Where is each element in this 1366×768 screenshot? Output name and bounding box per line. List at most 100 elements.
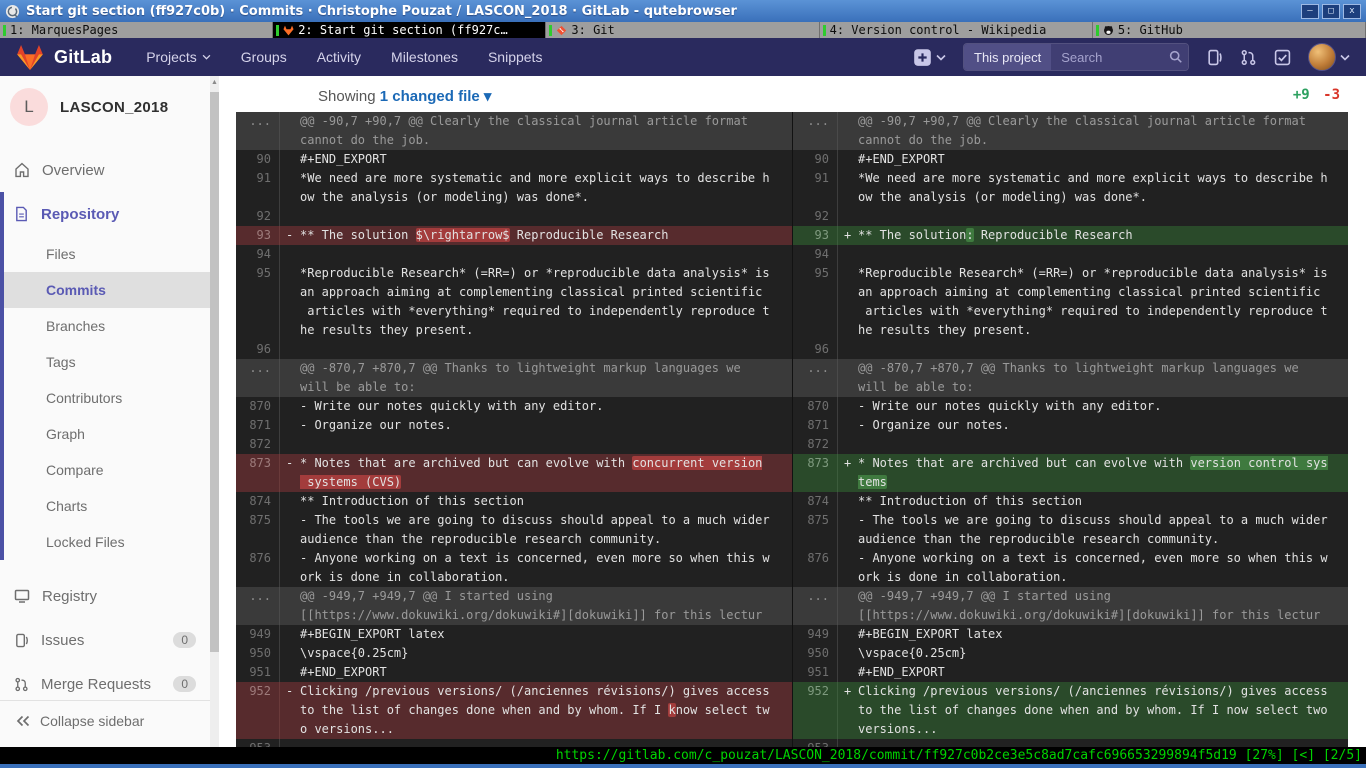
sidebar-item-branches[interactable]: Branches	[0, 308, 210, 344]
diff-line-number-new[interactable]: 872	[792, 435, 838, 454]
diff-text: @@ -949,7 +949,7 @@ I started using [[ht…	[300, 589, 762, 622]
diff-line-number-old[interactable]: 873	[236, 454, 280, 492]
diff-line-number-new[interactable]: 873	[792, 454, 838, 492]
close-button[interactable]: x	[1343, 4, 1361, 19]
diff-line-number-old[interactable]: 93	[236, 226, 280, 245]
sidebar-item-label: Branches	[46, 318, 105, 334]
diff-code-old: #+END_EXPORT	[280, 663, 792, 682]
browser-tab[interactable]: 1: MarquesPages	[0, 22, 273, 38]
diff-line-number-new[interactable]: 874	[792, 492, 838, 511]
nav-item-snippets[interactable]: Snippets	[488, 49, 542, 65]
diff-line-number-old[interactable]: ...	[236, 112, 280, 150]
sidebar-item-commits[interactable]: Commits	[0, 272, 210, 308]
browser-tab[interactable]: 2: Start git section (ff927c…	[273, 22, 546, 38]
sidebar-item-overview[interactable]: Overview	[0, 148, 210, 192]
sidebar-item-locked-files[interactable]: Locked Files	[0, 524, 210, 560]
diff-line-number-new[interactable]: 950	[792, 644, 838, 663]
diff-line-number-new[interactable]: 92	[792, 207, 838, 226]
diff-line-number-old[interactable]: 90	[236, 150, 280, 169]
diff-line-number-new[interactable]: 870	[792, 397, 838, 416]
minimize-button[interactable]: –	[1301, 4, 1319, 19]
diff-line-number-new[interactable]: 93	[792, 226, 838, 245]
diff-line-number-new[interactable]: 95	[792, 264, 838, 340]
nav-item-label: Snippets	[488, 49, 542, 65]
merge-request-icon	[14, 677, 29, 692]
scrollbar-up-arrow[interactable]: ▲	[210, 78, 219, 88]
browser-tab[interactable]: 3: Git	[546, 22, 819, 38]
diff-line-number-new[interactable]: 876	[792, 549, 838, 587]
sidebar-item-files[interactable]: Files	[0, 236, 210, 272]
sidebar-item-tags[interactable]: Tags	[0, 344, 210, 380]
issues-icon[interactable]	[1206, 49, 1223, 66]
diff-line-number-old[interactable]: 92	[236, 207, 280, 226]
diff-line-number-old[interactable]: 94	[236, 245, 280, 264]
diff-code-new: #+END_EXPORT	[838, 150, 1348, 169]
diff-line-number-old[interactable]: 876	[236, 549, 280, 587]
diff-line-number-old[interactable]: 874	[236, 492, 280, 511]
diff-line-number-new[interactable]: 951	[792, 663, 838, 682]
diff-line-number-old[interactable]: 949	[236, 625, 280, 644]
diff-line-number-old[interactable]: 951	[236, 663, 280, 682]
diff-line-number-old[interactable]: 872	[236, 435, 280, 454]
diff-line-number-new[interactable]: 90	[792, 150, 838, 169]
diff-code-old: *Reproducible Research* (=RR=) or *repro…	[280, 264, 792, 340]
collapse-sidebar-button[interactable]: Collapse sidebar	[0, 700, 210, 740]
new-dropdown-button[interactable]	[913, 48, 946, 67]
diff-text: @@ -870,7 +870,7 @@ Thanks to lightweigh…	[300, 361, 741, 394]
diff-text: *Reproducible Research* (=RR=) or *repro…	[858, 266, 1328, 337]
browser-tab[interactable]: 4: Version control - Wikipedia	[820, 22, 1093, 38]
sidebar-item-registry[interactable]: Registry	[0, 574, 210, 618]
diff-line-number-old[interactable]: 96	[236, 340, 280, 359]
diff-line-number-old[interactable]: 91	[236, 169, 280, 207]
diff-text: ** Introduction of this section	[858, 494, 1082, 508]
diff-line-number-old[interactable]: 950	[236, 644, 280, 663]
diff-line-number-new[interactable]: 953	[792, 739, 838, 747]
sidebar-item-label: Repository	[41, 206, 119, 223]
todos-icon[interactable]	[1274, 49, 1291, 66]
sidebar-item-charts[interactable]: Charts	[0, 488, 210, 524]
diff-line-number-new[interactable]: 91	[792, 169, 838, 207]
nav-item-groups[interactable]: Groups	[241, 49, 287, 65]
diff-line-number-old[interactable]: 870	[236, 397, 280, 416]
search-input[interactable]	[1059, 49, 1163, 66]
diff-line-number-new[interactable]: 949	[792, 625, 838, 644]
diff-line-number-old[interactable]: 871	[236, 416, 280, 435]
diff-line-number-new[interactable]: 952	[792, 682, 838, 739]
diff-line-number-new[interactable]: ...	[792, 587, 838, 625]
diff-line-number-new[interactable]: ...	[792, 112, 838, 150]
browser-tab[interactable]: 5: GitHub	[1093, 22, 1366, 38]
diff-code-new: - Anyone working on a text is concerned,…	[838, 549, 1348, 587]
sidebar-item-compare[interactable]: Compare	[0, 452, 210, 488]
diff-line-number-new[interactable]: 871	[792, 416, 838, 435]
sidebar-item-graph[interactable]: Graph	[0, 416, 210, 452]
diff-line-number-old[interactable]: 95	[236, 264, 280, 340]
diff-line-number-old[interactable]: 875	[236, 511, 280, 549]
diff-sign: -	[286, 454, 296, 473]
sidebar-scrollbar-thumb[interactable]	[210, 92, 219, 652]
diff-line-number-new[interactable]: 96	[792, 340, 838, 359]
diff-line-number-old[interactable]: 953	[236, 739, 280, 747]
diff-line-number-new[interactable]: ...	[792, 359, 838, 397]
project-header[interactable]: L LASCON_2018	[0, 76, 210, 136]
sidebar-item-contributors[interactable]: Contributors	[0, 380, 210, 416]
sidebar-item-issues[interactable]: Issues0	[0, 618, 210, 662]
restore-button[interactable]: □	[1322, 4, 1340, 19]
diff-line-number-new[interactable]: 94	[792, 245, 838, 264]
changed-files-dropdown[interactable]: 1 changed file ▾	[380, 88, 492, 105]
diff-text: - Write our notes quickly with any edito…	[300, 399, 603, 413]
diff-line-number-old[interactable]: ...	[236, 587, 280, 625]
merge-request-icon[interactable]	[1240, 49, 1257, 66]
diff-line-number-old[interactable]: 952	[236, 682, 280, 739]
nav-item-activity[interactable]: Activity	[317, 49, 361, 65]
sidebar-item-label: Compare	[46, 462, 104, 478]
nav-item-projects[interactable]: Projects	[146, 49, 211, 65]
nav-item-milestones[interactable]: Milestones	[391, 49, 458, 65]
diff-line-number-old[interactable]: ...	[236, 359, 280, 397]
user-menu[interactable]	[1308, 43, 1350, 71]
diff-row: 949#+BEGIN_EXPORT latex949#+BEGIN_EXPORT…	[236, 625, 1348, 644]
diff-text: ** The solution	[300, 228, 416, 242]
diff-row: 874** Introduction of this section874** …	[236, 492, 1348, 511]
gitlab-brand[interactable]: GitLab	[16, 44, 112, 71]
diff-line-number-new[interactable]: 875	[792, 511, 838, 549]
sidebar-item-repository[interactable]: Repository	[0, 192, 210, 236]
